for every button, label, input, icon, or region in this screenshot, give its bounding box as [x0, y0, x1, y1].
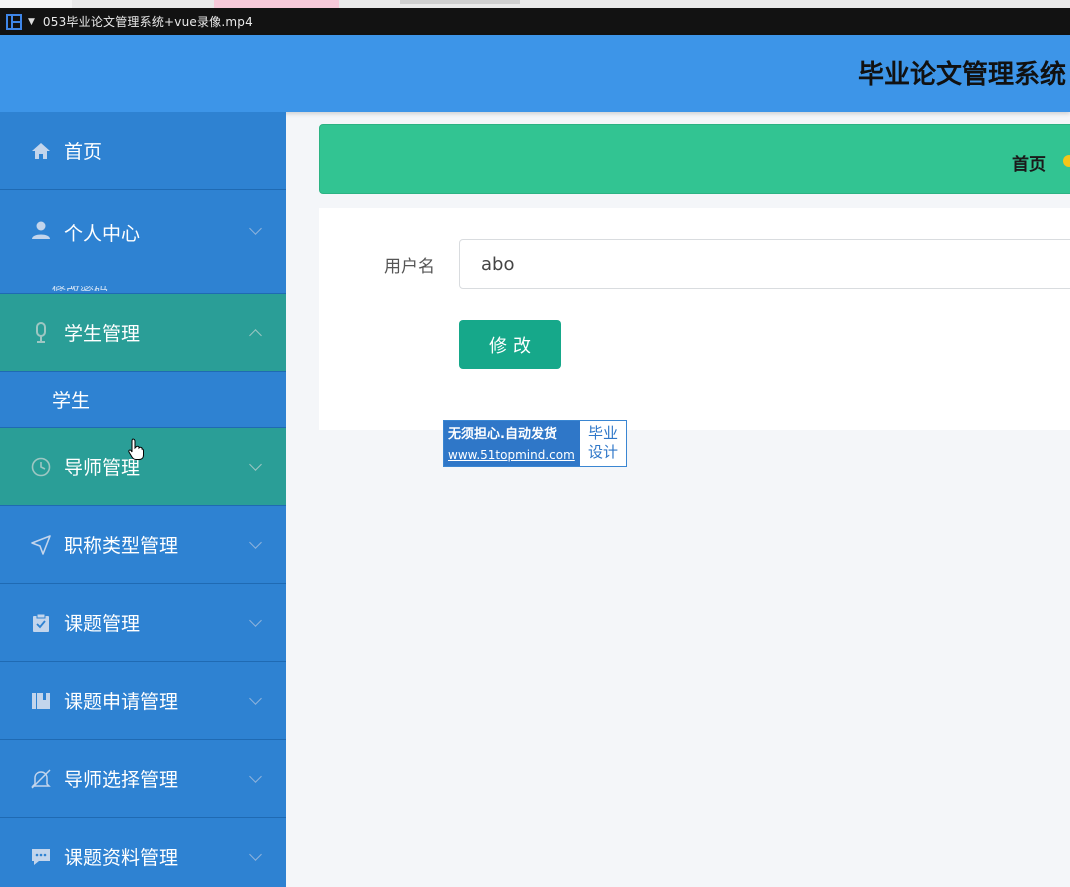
sidebar-subitem-clipped[interactable]: 修改密码	[52, 286, 108, 291]
player-tab[interactable]	[400, 0, 520, 4]
sidebar-item-tutor-selection[interactable]: 导师选择管理	[0, 740, 286, 818]
sidebar-item-label: 课题管理	[64, 613, 141, 635]
user-icon	[30, 219, 52, 241]
system-title: 毕业论文管理系统	[857, 60, 1066, 90]
sidebar-subitem-student[interactable]: 学生	[0, 372, 286, 428]
player-titlebar: ▼ 053毕业论文管理系统+vue录像.mp4	[0, 8, 1070, 35]
bell-off-icon	[30, 768, 52, 790]
watermark-tag: 毕业 设计	[580, 421, 626, 466]
sidebar-item-title-types[interactable]: 职称类型管理	[0, 506, 286, 584]
chat-icon	[30, 846, 52, 868]
sidebar-item-label: 职称类型管理	[64, 535, 179, 557]
sidebar-item-label: 首页	[64, 141, 103, 163]
breadcrumb-bar: 首页	[319, 124, 1070, 194]
watermark-badge: 无须担心.自动发货 www.51topmind.com 毕业 设计	[443, 420, 627, 467]
sidebar-item-label: 导师选择管理	[64, 769, 179, 791]
watermark-tag-line: 设计	[587, 443, 618, 461]
username-input[interactable]	[459, 239, 1070, 289]
clipboard-icon	[30, 612, 52, 634]
chevron-down-icon	[249, 692, 262, 705]
sidebar-item-label: 个人中心	[64, 223, 141, 245]
chevron-down-icon	[249, 614, 262, 627]
chevron-up-icon	[249, 329, 262, 342]
hand-cursor-icon	[128, 438, 144, 460]
watermark-text: 无须担心.自动发货 www.51topmind.com	[444, 421, 580, 466]
chevron-down-icon	[249, 848, 262, 861]
player-tab-strip	[0, 0, 1070, 8]
player-tab[interactable]	[214, 0, 339, 8]
sidebar-item-profile[interactable]: 个人中心 修改密码	[0, 190, 286, 294]
sidebar-item-label: 课题申请管理	[64, 691, 179, 713]
sidebar-item-label: 课题资料管理	[64, 847, 179, 869]
sidebar-item-home[interactable]: 首页	[0, 112, 286, 190]
chevron-down-icon	[249, 222, 262, 235]
sidebar-item-students[interactable]: 学生管理	[0, 294, 286, 372]
username-form: 用户名 修改	[319, 208, 1070, 430]
chevron-down-icon	[249, 536, 262, 549]
chevron-down-icon	[249, 770, 262, 783]
sidebar-item-topic-materials[interactable]: 课题资料管理	[0, 818, 286, 887]
breadcrumb-home[interactable]: 首页	[1012, 150, 1046, 175]
watermark-slogan: 无须担心.自动发货	[448, 427, 557, 442]
sidebar-item-topic-applications[interactable]: 课题申请管理	[0, 662, 286, 740]
player-app-icon[interactable]	[6, 13, 22, 30]
watermark-tag-line: 毕业	[587, 424, 618, 442]
microphone-icon	[30, 321, 52, 344]
player-tab[interactable]	[0, 0, 72, 8]
dropdown-caret-icon[interactable]: ▼	[28, 17, 35, 27]
book-icon	[30, 690, 52, 712]
chevron-down-icon	[249, 458, 262, 471]
watermark-url: www.51topmind.com	[448, 448, 575, 462]
app-header: 毕业论文管理系统	[0, 35, 1070, 112]
modify-button[interactable]: 修改	[459, 320, 561, 369]
send-icon	[30, 534, 52, 556]
username-label: 用户名	[384, 257, 435, 277]
video-file-title: 053毕业论文管理系统+vue录像.mp4	[42, 15, 253, 29]
breadcrumb-heart-icon	[1063, 155, 1070, 167]
clock-icon	[30, 456, 52, 478]
sidebar-item-label: 学生管理	[64, 323, 141, 345]
sidebar-menu: 首页 个人中心 修改密码 学生管理 学生 导师管理 职称类型管理 课	[0, 112, 286, 887]
sidebar-item-topics[interactable]: 课题管理	[0, 584, 286, 662]
home-icon	[30, 140, 52, 162]
